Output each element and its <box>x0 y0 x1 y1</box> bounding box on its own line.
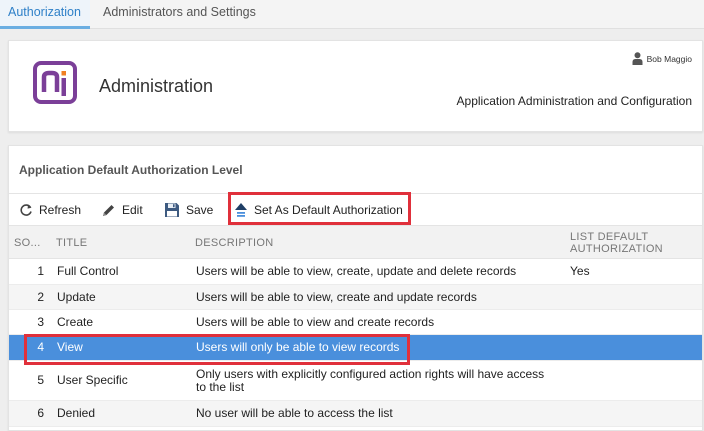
table-row-selected[interactable]: 4 View Users will only be able to view r… <box>9 335 702 361</box>
table-row[interactable]: 6 Denied No user will be able to access … <box>9 401 702 427</box>
save-label: Save <box>186 203 214 217</box>
user-name: Bob Maggio <box>646 53 692 64</box>
edit-label: Edit <box>122 203 143 217</box>
user-icon <box>632 52 643 65</box>
edit-button[interactable]: Edit <box>101 194 143 226</box>
refresh-button[interactable]: Refresh <box>19 194 81 226</box>
header-card: Administration Bob Maggio Application Ad… <box>8 40 703 132</box>
table-row[interactable]: 3 Create Users will be able to view and … <box>9 310 702 335</box>
row-title: Denied <box>57 406 96 420</box>
row-sort: 5 <box>37 373 44 387</box>
upload-arrow-icon <box>235 203 247 217</box>
table-row[interactable]: 5 User Specific Only users with explicit… <box>9 361 702 401</box>
column-header-list-default-authorization[interactable]: LIST DEFAULT AUTHORIZATION <box>570 226 695 260</box>
column-header-title[interactable]: TITLE <box>56 226 87 260</box>
row-title: Full Control <box>57 264 119 278</box>
column-header-sort[interactable]: SO... <box>14 226 50 260</box>
tab-authorization[interactable]: Authorization <box>0 0 90 29</box>
row-sort: 6 <box>37 406 44 420</box>
authorization-card: Application Default Authorization Level … <box>8 145 703 431</box>
set-as-default-authorization-label: Set As Default Authorization <box>254 203 403 217</box>
row-sort: 3 <box>37 314 44 329</box>
table-row[interactable]: 1 Full Control Users will be able to vie… <box>9 259 702 285</box>
refresh-label: Refresh <box>39 203 82 217</box>
toolbar: Refresh Edit Save Set As Default Authori… <box>9 193 702 225</box>
row-list-default: Yes <box>570 264 590 278</box>
row-description: No user will be able to access the list <box>196 406 393 420</box>
user-menu[interactable]: Bob Maggio <box>632 52 692 65</box>
set-as-default-authorization-button[interactable]: Set As Default Authorization <box>234 194 403 226</box>
floppy-disk-icon <box>165 203 179 217</box>
row-title: Create <box>57 314 94 329</box>
pencil-icon <box>103 204 114 216</box>
tab-bar: Authorization Administrators and Setting… <box>0 0 704 29</box>
app-logo <box>33 61 77 104</box>
table-row[interactable]: 2 Update Users will be able to view, cre… <box>9 285 702 310</box>
row-description: Users will only be able to view records <box>196 340 400 354</box>
row-description: Users will be able to view, create, upda… <box>196 264 517 278</box>
row-description: Users will be able to view, create and u… <box>196 289 477 304</box>
row-sort: 2 <box>37 289 44 304</box>
tab-administrators-and-settings[interactable]: Administrators and Settings <box>103 0 256 29</box>
row-sort: 4 <box>37 340 44 354</box>
row-title: User Specific <box>57 373 128 387</box>
app-title: Administration <box>99 76 214 96</box>
refresh-icon <box>20 204 32 216</box>
section-title: Application Default Authorization Level <box>19 163 243 177</box>
grid-header: SO... TITLE DESCRIPTION LIST DEFAULT AUT… <box>9 225 702 259</box>
row-sort: 1 <box>37 264 44 278</box>
save-button[interactable]: Save <box>164 194 213 226</box>
row-title: View <box>57 340 83 354</box>
app-subtitle: Application Administration and Configura… <box>456 94 692 108</box>
row-description: Users will be able to view and create re… <box>196 314 435 329</box>
row-title: Update <box>57 289 96 304</box>
column-header-description[interactable]: DESCRIPTION <box>195 226 273 260</box>
row-description: Only users with explicitly configured ac… <box>196 366 545 394</box>
